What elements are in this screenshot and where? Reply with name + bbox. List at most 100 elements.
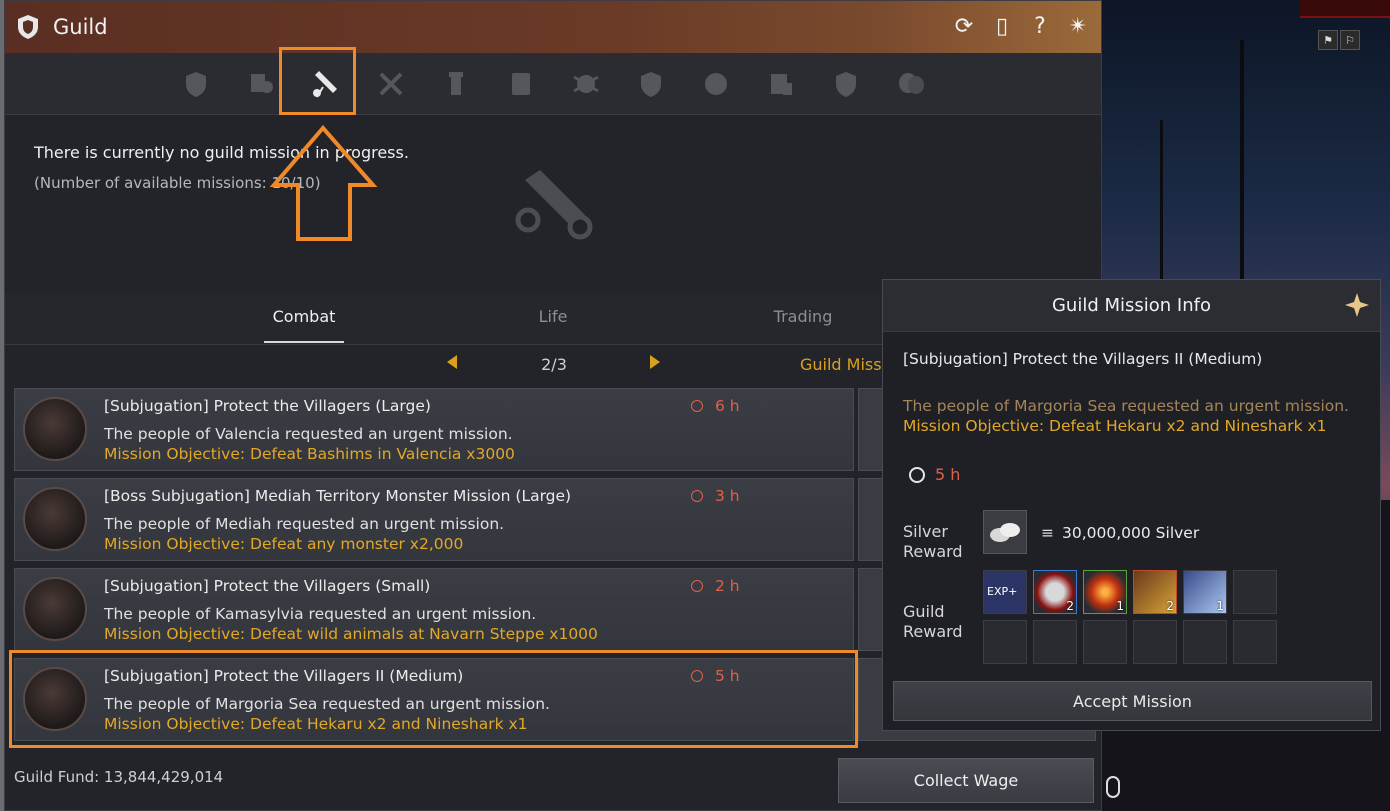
title-actions: ⟳ ▯ ? ✴ bbox=[951, 13, 1091, 39]
accept-mission-button[interactable]: Accept Mission bbox=[893, 681, 1372, 721]
tower-icon bbox=[448, 71, 463, 95]
hud-top-bar bbox=[1300, 0, 1390, 18]
guild-crest-icon bbox=[18, 15, 38, 39]
item-count: 1 bbox=[1116, 599, 1124, 613]
mission-time: 6 h bbox=[691, 397, 740, 415]
tab-notice-board[interactable] bbox=[499, 62, 542, 105]
mission-status: There is currently no guild mission in p… bbox=[5, 115, 1101, 293]
silver-coins-icon bbox=[990, 523, 1020, 542]
mission-title: [Subjugation] Protect the Villagers (Lar… bbox=[104, 397, 431, 415]
item-count: 2 bbox=[1066, 599, 1074, 613]
mission-desc: The people of Mediah requested an urgent… bbox=[104, 515, 505, 533]
arrow-up-icon bbox=[269, 125, 378, 241]
mission-time: 3 h bbox=[691, 487, 740, 505]
empty-reward-slot bbox=[1233, 620, 1277, 664]
info-mission-title: [Subjugation] Protect the Villagers II (… bbox=[903, 350, 1263, 368]
mission-objective: Mission Objective: Defeat Bashims in Val… bbox=[104, 445, 515, 463]
empty-reward-slot bbox=[1133, 620, 1177, 664]
close-icon[interactable] bbox=[1344, 292, 1370, 318]
crossed-swords-icon bbox=[23, 397, 87, 461]
window-title: Guild bbox=[53, 15, 108, 39]
notice-board-icon bbox=[511, 72, 530, 95]
tab-fleur-shield[interactable] bbox=[824, 62, 867, 105]
info-header[interactable]: Guild Mission Info bbox=[883, 280, 1380, 332]
silver-reward-value: 30,000,000 Silver bbox=[1062, 524, 1200, 542]
bulletin-icon bbox=[770, 73, 792, 95]
crossed-swords-icon bbox=[23, 487, 87, 551]
clock-icon bbox=[691, 400, 703, 412]
mission-info-panel: Guild Mission Info [Subjugation] Protect… bbox=[882, 279, 1381, 731]
highlight-box bbox=[9, 650, 858, 748]
crossed-swords-icon bbox=[23, 577, 87, 641]
mouse-icon bbox=[1106, 776, 1120, 798]
next-page-button[interactable] bbox=[650, 355, 660, 369]
tab-member-list[interactable] bbox=[239, 62, 282, 105]
active-tab-underline bbox=[264, 341, 344, 343]
collect-wage-button[interactable]: Collect Wage bbox=[838, 758, 1094, 803]
item-count: 2 bbox=[1166, 599, 1174, 613]
clock-icon bbox=[691, 580, 703, 592]
clock-icon bbox=[909, 466, 925, 483]
highlight-box bbox=[279, 47, 356, 115]
mission-title: [Subjugation] Protect the Villagers (Sma… bbox=[104, 577, 431, 595]
guild-reward-label: Guild Reward bbox=[903, 602, 963, 641]
empty-reward-slot bbox=[1083, 620, 1127, 664]
mission-time-value: 3 h bbox=[715, 487, 740, 505]
reward-chest-slot[interactable]: 2 bbox=[1133, 570, 1177, 614]
hud-button[interactable]: ⚐ bbox=[1340, 30, 1360, 50]
empty-reward-slot bbox=[1183, 620, 1227, 664]
reward-item-slot[interactable]: 1 bbox=[1183, 570, 1227, 614]
prev-page-button[interactable] bbox=[447, 355, 457, 369]
tab-emblem[interactable] bbox=[694, 62, 737, 105]
tab-trading[interactable]: Trading bbox=[763, 307, 843, 326]
silver-reward: ≡ 30,000,000 Silver bbox=[1041, 524, 1199, 542]
item-count: 1 bbox=[1216, 599, 1224, 613]
close-icon[interactable]: ✴ bbox=[1065, 13, 1091, 39]
guild-icon-tabs bbox=[5, 53, 1101, 115]
info-mission-objective: Mission Objective: Defeat Hekaru x2 and … bbox=[903, 417, 1327, 435]
mission-row[interactable]: [Subjugation] Protect the Villagers (Sma… bbox=[14, 568, 854, 651]
shield-icon bbox=[640, 71, 661, 97]
crossed-weapons-icon bbox=[379, 72, 402, 95]
tab-combat[interactable]: Combat bbox=[264, 307, 344, 326]
hud-button[interactable]: ⚑ bbox=[1318, 30, 1338, 50]
empty-reward-slot bbox=[1233, 570, 1277, 614]
title-bar[interactable]: Guild ⟳ ▯ ? ✴ bbox=[5, 1, 1101, 53]
empty-reward-slot bbox=[983, 620, 1027, 664]
mission-row[interactable]: [Boss Subjugation] Mediah Territory Mons… bbox=[14, 478, 854, 561]
help-icon[interactable]: ? bbox=[1027, 13, 1053, 39]
info-mission-desc: The people of Margoria Sea requested an … bbox=[903, 397, 1349, 415]
mission-row[interactable]: [Subjugation] Protect the Villagers (Lar… bbox=[14, 388, 854, 471]
coin-stack-icon: ≡ bbox=[1041, 524, 1054, 542]
info-header-title: Guild Mission Info bbox=[1051, 295, 1211, 316]
document-icon[interactable]: ▯ bbox=[989, 13, 1015, 39]
tab-masks[interactable] bbox=[889, 62, 932, 105]
refresh-icon[interactable]: ⟳ bbox=[951, 13, 977, 39]
member-list-icon bbox=[250, 73, 273, 93]
tab-crossed-weapons[interactable] bbox=[369, 62, 412, 105]
scroll-watermark-icon bbox=[515, 170, 593, 240]
masks-icon bbox=[898, 72, 924, 94]
exp-icon: EXP+ bbox=[987, 585, 1018, 598]
fleur-shield-icon bbox=[835, 71, 856, 97]
reward-item-slot[interactable]: 1 bbox=[1083, 570, 1127, 614]
mission-title: [Boss Subjugation] Mediah Territory Mons… bbox=[104, 487, 572, 505]
mission-time-value: 2 h bbox=[715, 577, 740, 595]
mission-objective: Mission Objective: Defeat wild animals a… bbox=[104, 625, 598, 643]
tab-shield[interactable] bbox=[629, 62, 672, 105]
hud-buttons: ⚑ ⚐ bbox=[1318, 30, 1360, 50]
reward-item-slot[interactable]: 2 bbox=[1033, 570, 1077, 614]
guild-crest-icon bbox=[185, 71, 206, 97]
exp-reward-slot[interactable]: EXP+ bbox=[983, 570, 1027, 614]
info-time: 5 h bbox=[909, 465, 960, 484]
tab-tower[interactable] bbox=[434, 62, 477, 105]
tab-life[interactable]: Life bbox=[513, 307, 593, 326]
war-icon bbox=[572, 74, 599, 93]
tab-guild-crest[interactable] bbox=[174, 62, 217, 105]
tab-bulletin[interactable] bbox=[759, 62, 802, 105]
emblem-icon bbox=[704, 72, 727, 95]
tab-war[interactable] bbox=[564, 62, 607, 105]
mission-objective: Mission Objective: Defeat any monster x2… bbox=[104, 535, 464, 553]
guild-fund: Guild Fund: 13,844,429,014 bbox=[14, 768, 224, 786]
clock-icon bbox=[691, 490, 703, 502]
